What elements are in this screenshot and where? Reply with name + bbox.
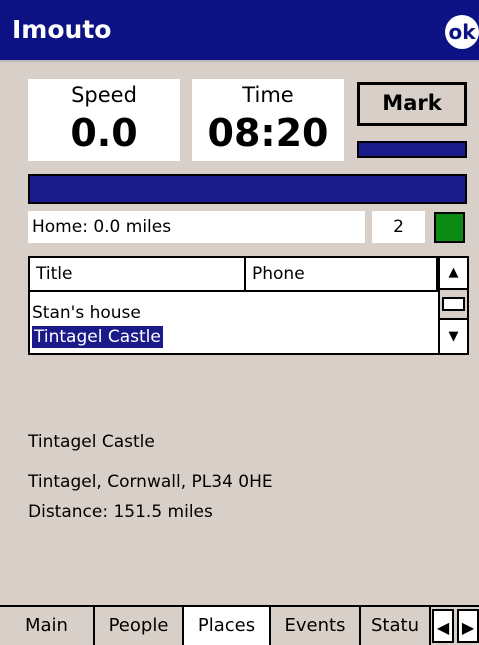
time-panel: Time 08:20 <box>192 79 344 161</box>
mark-progress-bar <box>357 141 467 158</box>
column-header-phone[interactable]: Phone <box>246 258 438 290</box>
scroll-up-arrow-icon[interactable]: ▲ <box>440 258 467 290</box>
time-value: 08:20 <box>207 111 329 155</box>
place-distance: Distance: 151.5 miles <box>28 502 213 522</box>
tab-main[interactable]: Main <box>0 607 95 645</box>
place-name: Tintagel Castle <box>28 432 155 452</box>
scroll-thumb[interactable] <box>442 297 465 311</box>
list-header: Title Phone <box>30 258 467 292</box>
list-item[interactable]: Stan's house <box>32 302 141 324</box>
tab-scroll-left-icon[interactable]: ◀ <box>432 609 454 643</box>
tab-events[interactable]: Events <box>271 607 361 645</box>
tab-people[interactable]: People <box>95 607 184 645</box>
divider <box>0 60 479 62</box>
ok-button[interactable]: ok <box>445 15 479 49</box>
speed-label: Speed <box>71 83 137 107</box>
app-title: Imouto <box>12 15 112 44</box>
speed-panel: Speed 0.0 <box>28 79 180 161</box>
column-header-title[interactable]: Title <box>30 258 246 290</box>
progress-bar <box>28 174 467 204</box>
list-item-selected[interactable]: Tintagel Castle <box>32 326 163 348</box>
mark-button[interactable]: Mark <box>357 82 467 126</box>
place-address: Tintagel, Cornwall, PL34 0HE <box>28 472 273 492</box>
time-label: Time <box>242 83 294 107</box>
home-distance: Home: 0.0 miles <box>28 211 365 243</box>
tab-places[interactable]: Places <box>184 607 271 645</box>
count-field: 2 <box>372 211 425 243</box>
speed-value: 0.0 <box>70 111 138 155</box>
status-indicator <box>434 212 465 243</box>
places-list[interactable]: Title Phone Stan's house Tintagel Castle… <box>28 256 469 355</box>
scrollbar[interactable]: ▲ ▼ <box>438 258 467 353</box>
scroll-down-arrow-icon[interactable]: ▼ <box>440 318 467 353</box>
tab-scroll-right-icon[interactable]: ▶ <box>457 609 479 643</box>
tab-status[interactable]: Statu <box>361 607 431 645</box>
tab-bar: Main People Places Events Statu ◀ ▶ <box>0 605 479 645</box>
